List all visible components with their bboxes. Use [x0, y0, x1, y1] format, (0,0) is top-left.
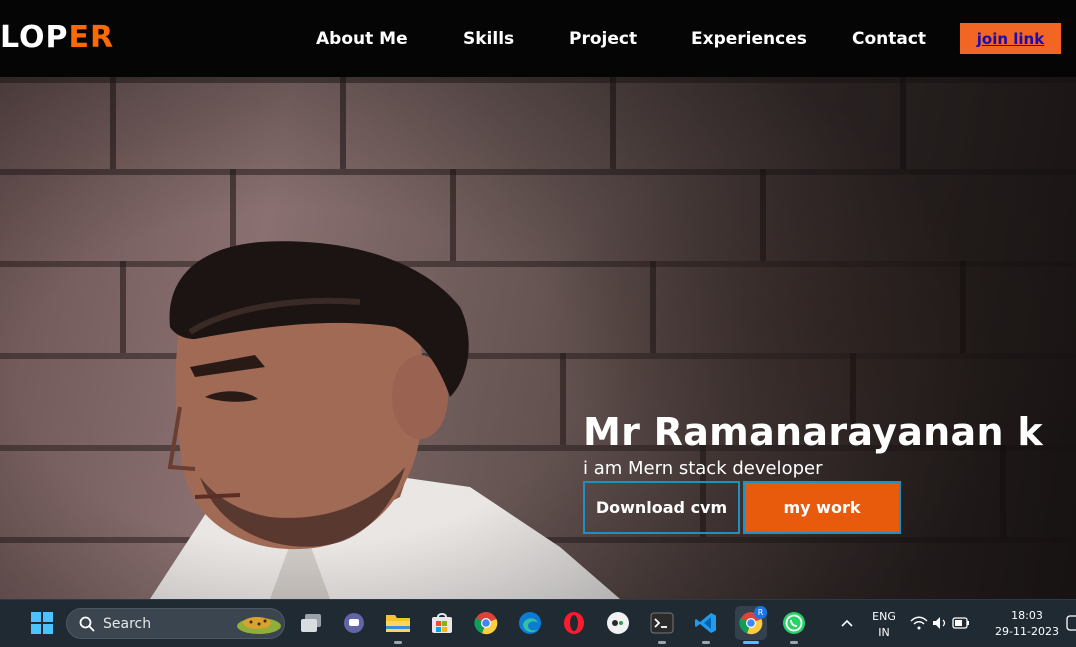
- search-icon: [79, 616, 95, 632]
- nav-link-contact[interactable]: Contact: [852, 29, 926, 49]
- windows-logo-icon: [31, 612, 53, 634]
- logo-text-accent: ER: [68, 20, 115, 55]
- task-view-icon: [301, 614, 321, 632]
- profile-badge: R: [754, 606, 767, 619]
- clock-date: 29-11-2023: [995, 625, 1059, 638]
- chrome-icon: [474, 612, 498, 635]
- volume-icon: [933, 617, 946, 629]
- clock-time: 18:03: [1011, 609, 1043, 622]
- chat-icon: [344, 613, 364, 633]
- chevron-up-icon: [841, 619, 853, 627]
- taskbar-chat-app[interactable]: [339, 608, 369, 638]
- nav-link-experiences[interactable]: Experiences: [691, 29, 807, 49]
- start-button[interactable]: [27, 608, 57, 638]
- running-indicator: [790, 641, 798, 644]
- taskbar-vscode[interactable]: [691, 608, 721, 644]
- vscode-icon: [695, 613, 716, 633]
- active-indicator: [743, 641, 759, 644]
- taskbar-file-explorer[interactable]: [383, 608, 413, 644]
- hero-vignette: [0, 77, 1076, 599]
- running-indicator: [394, 641, 402, 644]
- nav-link-skills[interactable]: Skills: [463, 29, 514, 49]
- notification-icon[interactable]: [1066, 614, 1076, 632]
- whatsapp-icon: [783, 612, 805, 634]
- notification-bell-icon: [1066, 615, 1076, 631]
- language-indicator[interactable]: ENG IN: [866, 609, 902, 641]
- search-highlight-icon: [237, 617, 281, 634]
- site-logo[interactable]: LOPER: [0, 20, 114, 55]
- windows-taskbar: Search R ENG IN 18:03 29-11-2023: [0, 599, 1076, 647]
- clock[interactable]: 18:03 29-11-2023: [990, 608, 1064, 640]
- nav-link-about-me[interactable]: About Me: [316, 29, 408, 49]
- taskbar-whatsapp[interactable]: [779, 608, 809, 644]
- taskbar-microsoft-store[interactable]: [427, 608, 457, 638]
- taskbar-edge[interactable]: [515, 608, 545, 638]
- join-link[interactable]: join link: [977, 30, 1044, 48]
- quick-settings-button[interactable]: [910, 608, 970, 638]
- language-code: ENG: [872, 610, 896, 623]
- taskbar-app[interactable]: [603, 608, 633, 638]
- hero-subtitle: i am Mern stack developer: [583, 458, 823, 479]
- logo-text-main: LOP: [0, 20, 69, 55]
- hero-section: Mr Ramanarayanan k i am Mern stack devel…: [0, 77, 1076, 599]
- wifi-icon: [910, 616, 928, 630]
- taskbar-terminal[interactable]: [647, 608, 677, 644]
- opera-icon: [564, 612, 584, 634]
- download-cv-button[interactable]: Download cvm: [583, 481, 740, 534]
- nav-link-project[interactable]: Project: [569, 29, 637, 49]
- taskbar-chrome[interactable]: [471, 608, 501, 638]
- battery-icon: [952, 617, 969, 629]
- running-indicator: [658, 641, 666, 644]
- edge-icon: [519, 612, 541, 634]
- show-hidden-icons-button[interactable]: [832, 608, 862, 638]
- top-navbar: LOPER About Me Skills Project Experience…: [0, 0, 1076, 77]
- join-link-button[interactable]: join link: [960, 23, 1061, 54]
- region-code: IN: [878, 626, 890, 639]
- taskbar-opera[interactable]: [559, 608, 589, 638]
- running-indicator: [702, 641, 710, 644]
- taskbar-chrome-profile[interactable]: R: [735, 606, 767, 644]
- search-placeholder: Search: [103, 616, 152, 632]
- hero-title: Mr Ramanarayanan k: [583, 410, 1043, 454]
- taskbar-search-box[interactable]: Search: [66, 608, 285, 639]
- my-work-button[interactable]: my work: [743, 481, 901, 534]
- app-icon: [607, 612, 629, 634]
- folder-icon: [386, 615, 410, 632]
- task-view-button[interactable]: [296, 608, 326, 638]
- store-icon: [432, 613, 452, 633]
- terminal-icon: [650, 612, 674, 634]
